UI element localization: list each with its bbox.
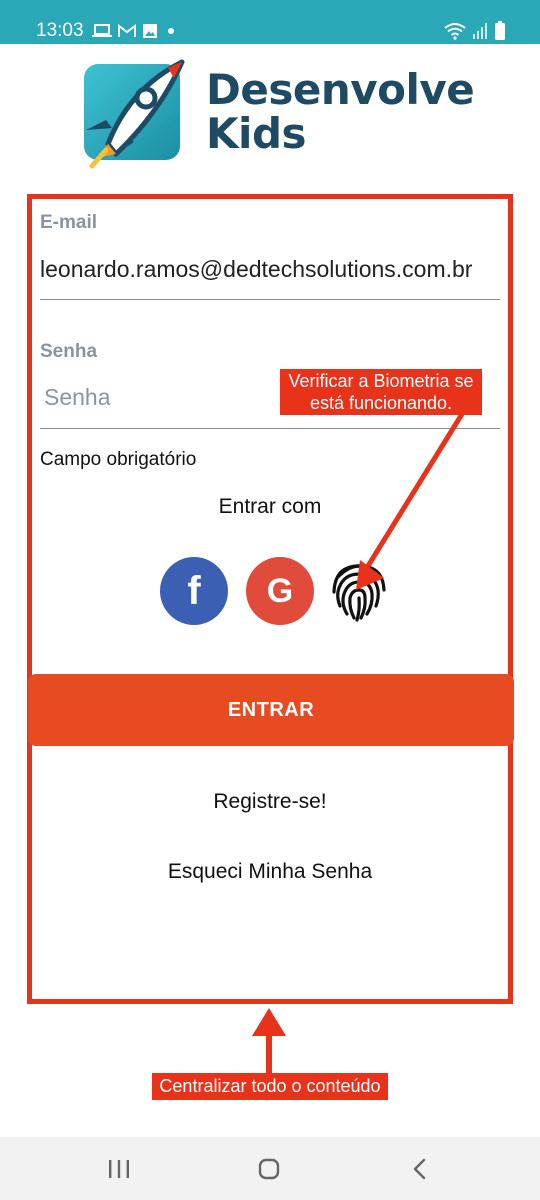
enter-button[interactable]: ENTRAR (28, 674, 514, 746)
brand-line-2: Kids (206, 109, 307, 158)
status-bar: 13:03 (0, 0, 540, 44)
home-icon[interactable] (258, 1158, 280, 1180)
back-icon[interactable] (412, 1158, 428, 1180)
required-field-message: Campo obrigatório (40, 449, 197, 470)
password-placeholder: Senha (44, 384, 111, 410)
center-arrow-head (252, 1008, 286, 1036)
status-time: 13:03 (36, 20, 84, 41)
laptop-icon (92, 24, 112, 37)
register-link[interactable]: Registre-se! (0, 790, 540, 814)
forgot-password-link[interactable]: Esqueci Minha Senha (0, 860, 540, 884)
status-left-icons (92, 20, 178, 42)
brand-line-1: Desenvolve (206, 65, 475, 114)
brand-name: Desenvolve Kids (206, 65, 475, 158)
google-icon: G (266, 571, 294, 610)
status-right-icons (444, 20, 506, 42)
password-label: Senha (40, 341, 98, 362)
fingerprint-icon[interactable] (329, 556, 389, 622)
wifi-icon (444, 23, 466, 40)
dot-icon (168, 28, 174, 34)
biometric-annotation-line-1: Verificar a Biometria se (288, 371, 474, 391)
recent-apps-icon[interactable] (107, 1159, 131, 1179)
rocket-icon (84, 59, 185, 169)
email-label: E-mail (40, 212, 98, 233)
center-annotation: Centralizar todo o conteúdo (152, 1073, 388, 1100)
biometric-annotation-line-2: está funcionando. (309, 393, 453, 413)
password-underline (40, 428, 500, 429)
google-login-button[interactable]: G (246, 557, 314, 625)
enter-with-label: Entrar com (218, 495, 322, 518)
navigation-bar (0, 1137, 540, 1200)
signal-icon (473, 23, 487, 39)
email-field[interactable]: leonardo.ramos@dedtechsolutions.com.br (40, 256, 500, 283)
biometric-annotation: Verificar a Biometria se está funcionand… (280, 369, 482, 415)
battery-icon (495, 21, 505, 40)
facebook-icon: f (187, 568, 201, 613)
facebook-login-button[interactable]: f (160, 557, 228, 625)
gallery-icon (143, 24, 157, 38)
email-underline (40, 299, 500, 300)
gmail-icon (118, 24, 136, 37)
